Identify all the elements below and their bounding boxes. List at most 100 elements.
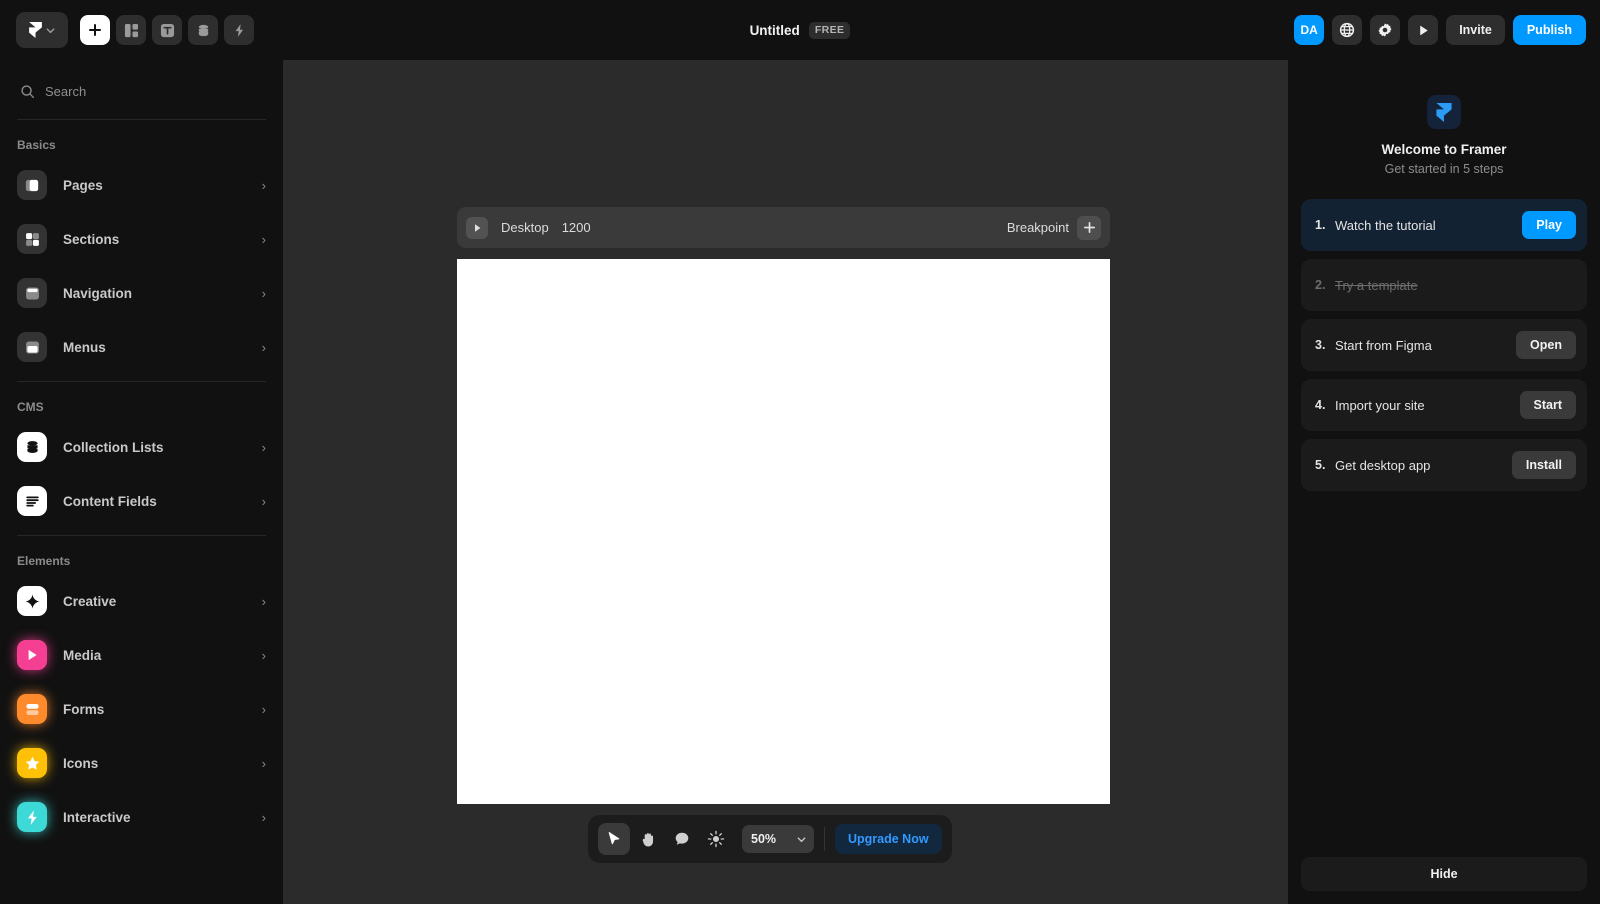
sidebar-item-forms[interactable]: Forms › [0, 682, 283, 736]
insert-button[interactable] [80, 15, 110, 45]
brightness-tool-button[interactable] [700, 823, 732, 855]
sidebar-item-icons[interactable]: Icons › [0, 736, 283, 790]
globe-button[interactable] [1332, 15, 1363, 45]
sidebar-item-label: Collection Lists [63, 439, 164, 455]
sidebar-item-sections[interactable]: Sections › [0, 212, 283, 266]
chevron-right-icon: › [261, 755, 266, 771]
step-number: 3. [1315, 338, 1326, 352]
zoom-level-value: 50% [751, 832, 777, 846]
pages-icon [25, 179, 38, 191]
chevron-right-icon: › [261, 809, 266, 825]
step-number: 1. [1315, 218, 1326, 232]
framer-logo-badge [1427, 95, 1461, 129]
sun-icon [707, 830, 725, 848]
menus-icon [25, 340, 39, 354]
step-label: Watch the tutorial [1335, 217, 1436, 233]
onboarding-steps: 1. Watch the tutorial Play 2. Try a template… [1288, 199, 1600, 491]
onboarding-step[interactable]: 1. Watch the tutorial Play [1301, 199, 1587, 251]
sidebar-item-pages[interactable]: Pages › [0, 158, 283, 212]
sidebar-groups: Basics Pages › Sections › Navigation › Menus › CM… [0, 120, 283, 844]
sidebar-item-creative[interactable]: Creative › [0, 574, 283, 628]
breakpoint-preview-button[interactable] [466, 216, 488, 239]
sidebar-item-label: Creative [63, 593, 117, 609]
sidebar-item-label: Icons [63, 755, 99, 771]
preview-button[interactable] [1408, 15, 1439, 45]
top-toolbar-left [0, 12, 254, 48]
step-action-button[interactable]: Play [1522, 211, 1576, 239]
breakpoint-add-label[interactable]: Breakpoint [1007, 220, 1069, 235]
text-button[interactable] [152, 15, 182, 45]
sidebar-item-collection-lists[interactable]: Collection Lists › [0, 420, 283, 474]
sidebar-item-content-fields[interactable]: Content Fields › [0, 474, 283, 528]
sidebar-item-label: Interactive [63, 809, 131, 825]
invite-button[interactable]: Invite [1446, 15, 1505, 45]
zoom-level-select[interactable]: 50% [742, 825, 814, 853]
breakpoint-name[interactable]: Desktop [501, 220, 549, 235]
add-breakpoint-button[interactable] [1077, 215, 1101, 240]
top-toolbar: Untitled FREE DA Invite Publish [0, 0, 1600, 60]
onboarding-step[interactable]: 3. Start from Figma Open [1301, 319, 1587, 371]
chevron-right-icon: › [261, 701, 266, 717]
hand-icon [642, 832, 653, 846]
step-label: Start from Figma [1335, 337, 1432, 353]
chevron-right-icon: › [261, 231, 266, 247]
interactive-button[interactable] [224, 15, 254, 45]
onboarding-step[interactable]: 5. Get desktop app Install [1301, 439, 1587, 491]
chevron-right-icon: › [261, 177, 266, 193]
sidebar-item-media[interactable]: Media › [0, 628, 283, 682]
sidebar-group-label: Basics [17, 138, 56, 152]
play-icon [17, 640, 47, 670]
framer-menu-button[interactable] [16, 12, 68, 48]
left-sidebar: Search Basics Pages › Sections › Navigation › M… [0, 60, 283, 904]
cms-button[interactable] [188, 15, 218, 45]
form-fields-icon [25, 703, 39, 715]
onboarding-step[interactable]: 2. Try a template [1301, 259, 1587, 311]
chevron-right-icon: › [261, 285, 266, 301]
sidebar-item-interactive[interactable]: Interactive › [0, 790, 283, 844]
sidebar-item-navigation[interactable]: Navigation › [0, 266, 283, 320]
onboarding-step[interactable]: 4. Import your site Start [1301, 379, 1587, 431]
sidebar-item-label: Menus [63, 339, 106, 355]
database-icon [17, 432, 47, 462]
sidebar-item-label: Navigation [63, 285, 133, 301]
sidebar-item-label: Pages [63, 177, 103, 193]
plan-badge[interactable]: FREE [808, 21, 851, 39]
step-action-button[interactable]: Open [1516, 331, 1576, 359]
step-action-button[interactable]: Start [1519, 391, 1576, 419]
layout-button[interactable] [116, 15, 146, 45]
sidebar-item-label: Sections [63, 231, 120, 247]
comment-icon [675, 832, 689, 845]
divider [824, 827, 825, 851]
comment-tool-button[interactable] [666, 823, 698, 855]
chevron-down-icon [46, 27, 54, 33]
sidebar-item-label: Content Fields [63, 493, 157, 509]
step-number: 5. [1315, 458, 1326, 472]
sidebar-item-menus[interactable]: Menus › [0, 320, 283, 374]
upgrade-now-button[interactable]: Upgrade Now [835, 824, 942, 854]
gear-icon [1378, 23, 1392, 37]
hide-button[interactable]: Hide [1301, 857, 1587, 891]
step-action-button[interactable]: Install [1511, 451, 1576, 479]
settings-button[interactable] [1370, 15, 1401, 45]
publish-button[interactable]: Publish [1512, 15, 1586, 45]
step-label: Get desktop app [1335, 457, 1431, 473]
chevron-right-icon: › [261, 339, 266, 355]
breakpoint-width[interactable]: 1200 [562, 220, 591, 235]
canvas-area[interactable]: Desktop 1200 Breakpoint 50% Upgrade Now [283, 60, 1288, 904]
plus-icon [89, 24, 101, 36]
plus-icon [1083, 222, 1095, 233]
pages-icon [17, 170, 47, 200]
select-tool-button[interactable] [598, 823, 630, 855]
menus-icon [17, 332, 47, 362]
search-input[interactable]: Search [0, 70, 283, 112]
step-number: 2. [1315, 278, 1326, 292]
hand-tool-button[interactable] [632, 823, 664, 855]
page-title[interactable]: Untitled [750, 23, 800, 38]
step-label: Try a template [1335, 277, 1418, 293]
desktop-frame[interactable] [457, 259, 1110, 804]
welcome-subtitle: Get started in 5 steps [1384, 162, 1504, 176]
sparkle-icon [24, 593, 40, 609]
globe-icon [1340, 22, 1355, 38]
avatar[interactable]: DA [1294, 15, 1325, 45]
chevron-right-icon: › [261, 439, 266, 455]
